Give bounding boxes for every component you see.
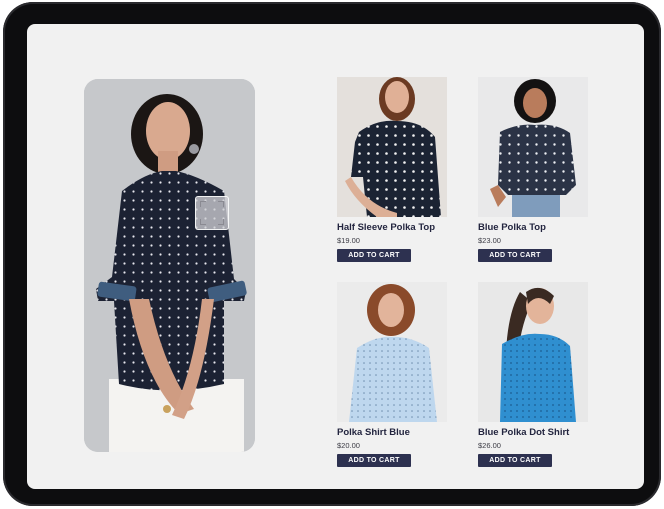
product-card: Blue Polka Top $23.00 ADD TO CART — [478, 77, 598, 262]
product-name[interactable]: Polka Shirt Blue — [337, 427, 457, 439]
product-price: $19.00 — [337, 236, 360, 245]
product-image[interactable] — [478, 77, 588, 217]
tablet-screen: Half Sleeve Polka Top $19.00 ADD TO CART — [27, 24, 644, 489]
visual-search-scan-icon[interactable] — [195, 196, 229, 230]
product-name[interactable]: Blue Polka Top — [478, 222, 598, 234]
product-image[interactable] — [478, 282, 588, 422]
product-card: Blue Polka Dot Shirt $26.00 ADD TO CART — [478, 282, 598, 467]
product-image[interactable] — [337, 282, 447, 422]
product-price: $26.00 — [478, 441, 501, 450]
add-to-cart-button[interactable]: ADD TO CART — [478, 454, 552, 467]
product-name[interactable]: Blue Polka Dot Shirt — [478, 427, 598, 439]
hero-model-image — [84, 79, 255, 452]
product-card: Polka Shirt Blue $20.00 ADD TO CART — [337, 282, 457, 467]
product-price: $23.00 — [478, 236, 501, 245]
add-to-cart-button[interactable]: ADD TO CART — [337, 249, 411, 262]
add-to-cart-button[interactable]: ADD TO CART — [478, 249, 552, 262]
product-name[interactable]: Half Sleeve Polka Top — [337, 222, 457, 234]
tablet-frame: Half Sleeve Polka Top $19.00 ADD TO CART — [3, 2, 661, 506]
product-image[interactable] — [337, 77, 447, 217]
product-card: Half Sleeve Polka Top $19.00 ADD TO CART — [337, 77, 457, 262]
product-price: $20.00 — [337, 441, 360, 450]
add-to-cart-button[interactable]: ADD TO CART — [337, 454, 411, 467]
